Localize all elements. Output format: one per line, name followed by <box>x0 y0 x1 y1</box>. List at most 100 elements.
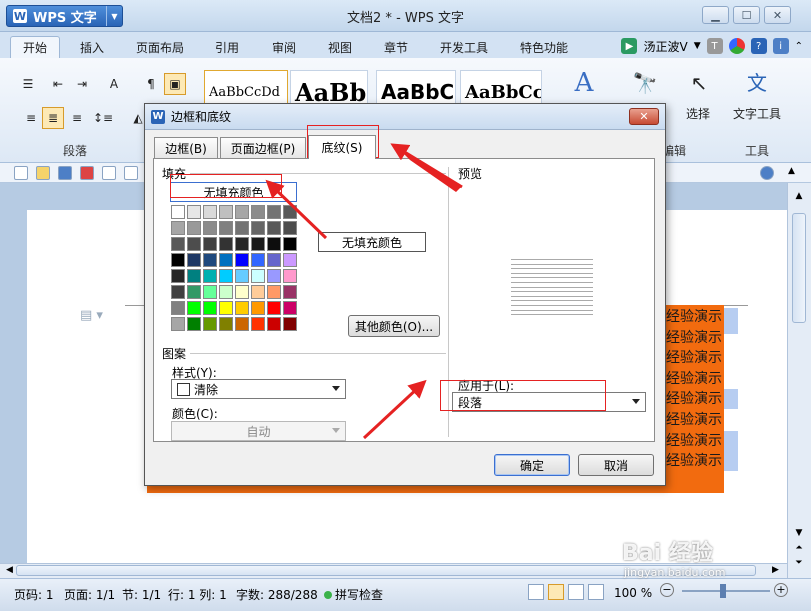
tab-home[interactable]: 开始 <box>10 36 60 58</box>
color-swatch[interactable] <box>203 205 217 219</box>
zoom-out-icon[interactable]: − <box>660 583 674 597</box>
text-direction-icon[interactable]: A <box>103 74 125 94</box>
color-swatch[interactable] <box>171 301 185 315</box>
color-swatch[interactable] <box>267 237 281 251</box>
vertical-scrollbar[interactable]: ▲ ▼ ⏶ ⏷ <box>787 183 811 578</box>
pattern-style-select[interactable]: 清除 <box>171 379 346 399</box>
dialog-close-button[interactable]: ✕ <box>629 108 659 125</box>
ok-button[interactable]: 确定 <box>494 454 570 476</box>
color-swatch[interactable] <box>171 285 185 299</box>
color-swatch[interactable] <box>219 317 233 331</box>
chevron-down-icon[interactable]: ▼ <box>694 41 701 51</box>
cloud-icon[interactable] <box>760 166 774 180</box>
color-swatch[interactable] <box>251 205 265 219</box>
scroll-thumb[interactable] <box>792 213 806 323</box>
collapse-ribbon-icon[interactable]: ⌃ <box>795 41 803 52</box>
tab-references[interactable]: 引用 <box>205 36 249 58</box>
view-page-icon[interactable] <box>548 584 564 600</box>
view-outline-icon[interactable] <box>568 584 584 600</box>
print-preview-icon[interactable] <box>124 166 138 180</box>
color-swatch[interactable] <box>203 317 217 331</box>
color-swatch[interactable] <box>235 317 249 331</box>
color-swatch[interactable] <box>283 253 297 267</box>
zoom-level[interactable]: 100 % <box>614 586 652 600</box>
color-swatch[interactable] <box>251 237 265 251</box>
justify-button[interactable]: ≣ <box>42 107 64 129</box>
user-name[interactable]: 汤正波V <box>643 38 687 55</box>
color-swatch[interactable] <box>187 205 201 219</box>
color-swatch[interactable] <box>219 285 233 299</box>
color-swatch[interactable] <box>219 253 233 267</box>
next-page-icon[interactable]: ⏷ <box>792 558 806 570</box>
indent-icon[interactable]: ⇤ <box>48 74 68 94</box>
color-swatch[interactable] <box>235 221 249 235</box>
cancel-button[interactable]: 取消 <box>578 454 654 476</box>
color-swatch[interactable] <box>283 205 297 219</box>
color-swatch[interactable] <box>235 285 249 299</box>
save-icon[interactable] <box>58 166 72 180</box>
color-swatch[interactable] <box>251 301 265 315</box>
color-swatch[interactable] <box>251 285 265 299</box>
tab-page-layout[interactable]: 页面布局 <box>128 36 192 58</box>
new-doc-icon[interactable] <box>14 166 28 180</box>
color-swatch[interactable] <box>219 205 233 219</box>
color-swatch[interactable] <box>267 301 281 315</box>
color-swatch[interactable] <box>203 285 217 299</box>
color-swatch[interactable] <box>219 269 233 283</box>
distribute-icon[interactable]: ≡ <box>68 108 86 128</box>
pattern-color-select[interactable]: 自动 <box>171 421 346 441</box>
color-swatch[interactable] <box>235 205 249 219</box>
zoom-slider[interactable] <box>682 590 770 592</box>
color-swatch[interactable] <box>203 221 217 235</box>
shirt-icon[interactable]: T <box>706 38 723 54</box>
color-swatch[interactable] <box>187 221 201 235</box>
maximize-button[interactable]: ☐ <box>733 6 760 24</box>
open-folder-icon[interactable] <box>36 166 50 180</box>
color-swatch[interactable] <box>267 317 281 331</box>
outdent-icon[interactable]: ⇥ <box>72 74 92 94</box>
color-swatch[interactable] <box>267 285 281 299</box>
scroll-right-icon[interactable]: ▶ <box>772 565 779 575</box>
align-left-icon[interactable]: ≡ <box>22 108 40 128</box>
view-web-icon[interactable] <box>528 584 544 600</box>
color-swatch[interactable] <box>219 237 233 251</box>
cursor-icon[interactable]: ↖ <box>686 68 712 98</box>
color-wheel-icon[interactable] <box>728 38 745 54</box>
color-swatch[interactable] <box>283 269 297 283</box>
color-swatch[interactable] <box>283 221 297 235</box>
color-swatch[interactable] <box>267 221 281 235</box>
color-swatch[interactable] <box>267 253 281 267</box>
info-icon[interactable]: i <box>772 38 789 54</box>
color-swatch[interactable] <box>187 317 201 331</box>
zoom-in-icon[interactable]: + <box>774 583 788 597</box>
list-icon[interactable]: ☰ <box>18 74 38 94</box>
color-swatch[interactable] <box>219 221 233 235</box>
text-tools-icon[interactable]: 文 <box>742 66 772 96</box>
tab-features[interactable]: 特色功能 <box>512 36 576 58</box>
find-icon[interactable]: 🔭 <box>628 68 662 98</box>
color-swatch[interactable] <box>235 301 249 315</box>
color-swatch[interactable] <box>171 269 185 283</box>
color-swatch[interactable] <box>267 205 281 219</box>
tab-view[interactable]: 视图 <box>318 36 362 58</box>
show-marks-button[interactable]: ▣ <box>164 73 186 95</box>
text-style-icon[interactable]: A <box>566 68 602 98</box>
color-swatch[interactable] <box>283 237 297 251</box>
text-tools-button[interactable]: 文字工具 <box>726 104 788 122</box>
color-swatch[interactable] <box>203 269 217 283</box>
color-swatch[interactable] <box>219 301 233 315</box>
close-button[interactable]: ✕ <box>764 6 791 24</box>
color-swatch[interactable] <box>171 317 185 331</box>
view-reading-icon[interactable] <box>588 584 604 600</box>
color-swatch[interactable] <box>235 237 249 251</box>
color-swatch[interactable] <box>283 317 297 331</box>
color-swatch[interactable] <box>171 221 185 235</box>
tab-borders[interactable]: 边框(B) <box>154 137 218 158</box>
color-swatch[interactable] <box>283 301 297 315</box>
color-swatch[interactable] <box>251 221 265 235</box>
export-pdf-icon[interactable] <box>80 166 94 180</box>
tab-page-borders[interactable]: 页面边框(P) <box>220 137 306 158</box>
color-swatch[interactable] <box>187 301 201 315</box>
color-swatch[interactable] <box>235 253 249 267</box>
color-swatch[interactable] <box>235 269 249 283</box>
